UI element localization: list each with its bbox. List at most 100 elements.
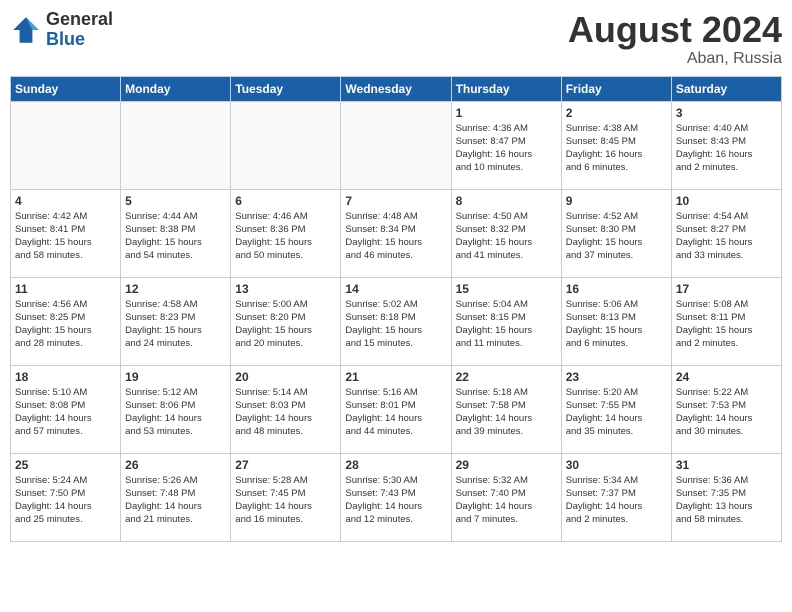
- weekday-header-thursday: Thursday: [451, 76, 561, 101]
- weekday-header-tuesday: Tuesday: [231, 76, 341, 101]
- day-info: Sunrise: 5:18 AM Sunset: 7:58 PM Dayligh…: [456, 386, 557, 439]
- day-cell: 21 Sunrise: 5:16 AM Sunset: 8:01 PM Dayli…: [341, 365, 451, 453]
- day-info: Sunrise: 4:48 AM Sunset: 8:34 PM Dayligh…: [345, 210, 446, 263]
- day-info: Sunrise: 5:36 AM Sunset: 7:35 PM Dayligh…: [676, 474, 777, 527]
- day-cell: 10Sunrise: 4:54 AM Sunset: 8:27 PM Dayli…: [671, 189, 781, 277]
- day-info: Sunrise: 5:00 AM Sunset: 8:20 PM Dayligh…: [235, 298, 336, 351]
- day-info: Sunrise: 5:02 AM Sunset: 8:18 PM Dayligh…: [345, 298, 446, 351]
- day-number: 17: [676, 282, 777, 296]
- calendar-header: SundayMondayTuesdayWednesdayThursdayFrid…: [11, 76, 782, 101]
- day-info: Sunrise: 5:34 AM Sunset: 7:37 PM Dayligh…: [566, 474, 667, 527]
- day-number: 16: [566, 282, 667, 296]
- day-cell: 7 Sunrise: 4:48 AM Sunset: 8:34 PM Daylig…: [341, 189, 451, 277]
- weekday-header-row: SundayMondayTuesdayWednesdayThursdayFrid…: [11, 76, 782, 101]
- day-number: 13: [235, 282, 336, 296]
- day-cell: 17 Sunrise: 5:08 AM Sunset: 8:11 PM Dayli…: [671, 277, 781, 365]
- location: Aban, Russia: [568, 50, 782, 68]
- day-cell: [121, 101, 231, 189]
- calendar-table: SundayMondayTuesdayWednesdayThursdayFrid…: [10, 76, 782, 542]
- day-cell: 6Sunrise: 4:46 AM Sunset: 8:36 PM Daylig…: [231, 189, 341, 277]
- logo-general: General: [46, 9, 113, 29]
- logo-blue: Blue: [46, 29, 85, 49]
- day-number: 27: [235, 458, 336, 472]
- day-info: Sunrise: 5:12 AM Sunset: 8:06 PM Dayligh…: [125, 386, 226, 439]
- day-number: 31: [676, 458, 777, 472]
- day-info: Sunrise: 4:40 AM Sunset: 8:43 PM Dayligh…: [676, 122, 777, 175]
- day-number: 8: [456, 194, 557, 208]
- day-cell: 3 Sunrise: 4:40 AM Sunset: 8:43 PM Daylig…: [671, 101, 781, 189]
- day-cell: [341, 101, 451, 189]
- title-block: August 2024 Aban, Russia: [568, 10, 782, 68]
- day-cell: 26 Sunrise: 5:26 AM Sunset: 7:48 PM Dayli…: [121, 453, 231, 541]
- day-info: Sunrise: 5:10 AM Sunset: 8:08 PM Dayligh…: [15, 386, 116, 439]
- day-number: 20: [235, 370, 336, 384]
- logo-text: General Blue: [46, 10, 113, 50]
- day-number: 14: [345, 282, 446, 296]
- day-number: 21: [345, 370, 446, 384]
- day-cell: 20Sunrise: 5:14 AM Sunset: 8:03 PM Dayli…: [231, 365, 341, 453]
- day-cell: 18 Sunrise: 5:10 AM Sunset: 8:08 PM Dayli…: [11, 365, 121, 453]
- day-number: 12: [125, 282, 226, 296]
- day-cell: 27 Sunrise: 5:28 AM Sunset: 7:45 PM Dayli…: [231, 453, 341, 541]
- day-info: Sunrise: 5:20 AM Sunset: 7:55 PM Dayligh…: [566, 386, 667, 439]
- day-number: 24: [676, 370, 777, 384]
- day-cell: 31 Sunrise: 5:36 AM Sunset: 7:35 PM Dayli…: [671, 453, 781, 541]
- day-cell: 8 Sunrise: 4:50 AM Sunset: 8:32 PM Daylig…: [451, 189, 561, 277]
- day-cell: 23Sunrise: 5:20 AM Sunset: 7:55 PM Dayli…: [561, 365, 671, 453]
- day-info: Sunrise: 4:52 AM Sunset: 8:30 PM Dayligh…: [566, 210, 667, 263]
- week-row-2: 4Sunrise: 4:42 AM Sunset: 8:41 PM Daylig…: [11, 189, 782, 277]
- day-cell: 25Sunrise: 5:24 AM Sunset: 7:50 PM Dayli…: [11, 453, 121, 541]
- month-year: August 2024: [568, 10, 782, 50]
- day-info: Sunrise: 4:58 AM Sunset: 8:23 PM Dayligh…: [125, 298, 226, 351]
- day-cell: 13 Sunrise: 5:00 AM Sunset: 8:20 PM Dayli…: [231, 277, 341, 365]
- day-info: Sunrise: 5:16 AM Sunset: 8:01 PM Dayligh…: [345, 386, 446, 439]
- day-number: 7: [345, 194, 446, 208]
- day-info: Sunrise: 5:26 AM Sunset: 7:48 PM Dayligh…: [125, 474, 226, 527]
- day-info: Sunrise: 4:56 AM Sunset: 8:25 PM Dayligh…: [15, 298, 116, 351]
- day-cell: [231, 101, 341, 189]
- day-cell: 22 Sunrise: 5:18 AM Sunset: 7:58 PM Dayli…: [451, 365, 561, 453]
- day-cell: 9 Sunrise: 4:52 AM Sunset: 8:30 PM Daylig…: [561, 189, 671, 277]
- day-info: Sunrise: 5:32 AM Sunset: 7:40 PM Dayligh…: [456, 474, 557, 527]
- day-cell: 11 Sunrise: 4:56 AM Sunset: 8:25 PM Dayli…: [11, 277, 121, 365]
- day-number: 26: [125, 458, 226, 472]
- day-number: 29: [456, 458, 557, 472]
- day-number: 11: [15, 282, 116, 296]
- day-info: Sunrise: 5:24 AM Sunset: 7:50 PM Dayligh…: [15, 474, 116, 527]
- week-row-4: 18 Sunrise: 5:10 AM Sunset: 8:08 PM Dayli…: [11, 365, 782, 453]
- weekday-header-sunday: Sunday: [11, 76, 121, 101]
- day-number: 9: [566, 194, 667, 208]
- day-number: 22: [456, 370, 557, 384]
- day-info: Sunrise: 5:30 AM Sunset: 7:43 PM Dayligh…: [345, 474, 446, 527]
- day-number: 5: [125, 194, 226, 208]
- day-number: 18: [15, 370, 116, 384]
- day-info: Sunrise: 5:22 AM Sunset: 7:53 PM Dayligh…: [676, 386, 777, 439]
- weekday-header-wednesday: Wednesday: [341, 76, 451, 101]
- day-number: 28: [345, 458, 446, 472]
- day-number: 3: [676, 106, 777, 120]
- day-number: 4: [15, 194, 116, 208]
- day-number: 15: [456, 282, 557, 296]
- weekday-header-monday: Monday: [121, 76, 231, 101]
- day-info: Sunrise: 5:04 AM Sunset: 8:15 PM Dayligh…: [456, 298, 557, 351]
- day-number: 6: [235, 194, 336, 208]
- week-row-5: 25Sunrise: 5:24 AM Sunset: 7:50 PM Dayli…: [11, 453, 782, 541]
- day-cell: 2Sunrise: 4:38 AM Sunset: 8:45 PM Daylig…: [561, 101, 671, 189]
- day-cell: 1Sunrise: 4:36 AM Sunset: 8:47 PM Daylig…: [451, 101, 561, 189]
- day-cell: 16 Sunrise: 5:06 AM Sunset: 8:13 PM Dayli…: [561, 277, 671, 365]
- day-info: Sunrise: 4:50 AM Sunset: 8:32 PM Dayligh…: [456, 210, 557, 263]
- day-cell: 28 Sunrise: 5:30 AM Sunset: 7:43 PM Dayli…: [341, 453, 451, 541]
- day-cell: 24 Sunrise: 5:22 AM Sunset: 7:53 PM Dayli…: [671, 365, 781, 453]
- logo-icon: [10, 14, 42, 46]
- day-info: Sunrise: 5:06 AM Sunset: 8:13 PM Dayligh…: [566, 298, 667, 351]
- day-number: 10: [676, 194, 777, 208]
- day-number: 19: [125, 370, 226, 384]
- weekday-header-friday: Friday: [561, 76, 671, 101]
- day-cell: 4Sunrise: 4:42 AM Sunset: 8:41 PM Daylig…: [11, 189, 121, 277]
- day-cell: 29 Sunrise: 5:32 AM Sunset: 7:40 PM Dayli…: [451, 453, 561, 541]
- day-number: 30: [566, 458, 667, 472]
- logo: General Blue: [10, 10, 113, 50]
- day-info: Sunrise: 5:08 AM Sunset: 8:11 PM Dayligh…: [676, 298, 777, 351]
- day-cell: 30 Sunrise: 5:34 AM Sunset: 7:37 PM Dayli…: [561, 453, 671, 541]
- day-info: Sunrise: 5:28 AM Sunset: 7:45 PM Dayligh…: [235, 474, 336, 527]
